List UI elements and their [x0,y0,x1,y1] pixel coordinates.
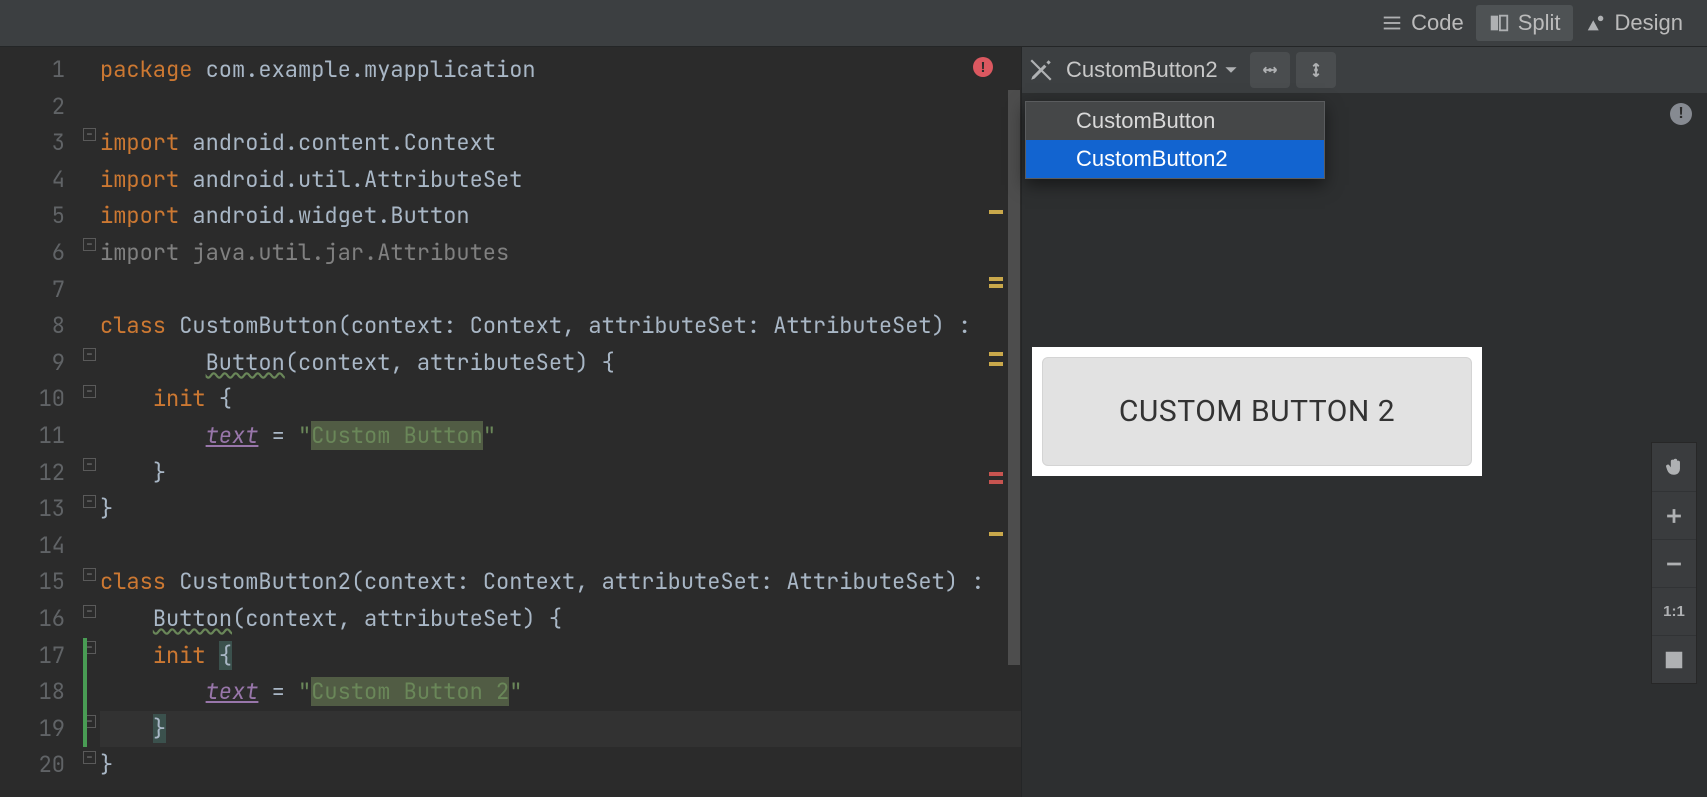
design-tab-label: Design [1615,10,1683,36]
plus-icon [1663,505,1685,527]
split-tab-label: Split [1518,10,1561,36]
preview-component-dropdown[interactable]: CustomButton2 [1060,53,1244,87]
zoom-out-button[interactable] [1652,539,1696,587]
minus-icon [1663,553,1685,575]
editor-scrollbar-thumb[interactable] [1008,90,1020,665]
zoom-actual-button[interactable]: 1:1 [1652,587,1696,635]
fold-icon[interactable]: − [83,458,96,471]
editor-scrollbar[interactable] [1007,47,1021,797]
edit-disabled-icon [1028,57,1054,83]
preview-dropdown-item[interactable]: CustomButton2 [1026,140,1324,178]
orientation-horizontal-button[interactable] [1250,52,1290,88]
fold-icon[interactable]: − [83,128,96,141]
fold-icon[interactable]: − [83,385,96,398]
layout-preview-pane: CustomButton2 ! CustomButton CustomButto… [1021,47,1707,797]
fold-icon[interactable]: − [83,348,96,361]
preview-canvas[interactable]: CUSTOM BUTTON 2 [1032,347,1482,476]
design-icon [1585,12,1607,34]
preview-zoom-tools: 1:1 [1651,442,1697,684]
preview-dropdown-label: CustomButton2 [1066,57,1218,83]
code-tab[interactable]: Code [1369,5,1476,41]
code-content[interactable]: package com.example.myapplication import… [100,47,1021,797]
zoom-fit-button[interactable] [1652,635,1696,683]
fit-screen-icon [1663,649,1685,671]
preview-dropdown-item[interactable]: CustomButton [1026,102,1324,140]
zoom-ratio-label: 1:1 [1663,603,1685,620]
code-editor[interactable]: 12345 678910 1112131415 1617181920 − − −… [0,47,1021,797]
split-icon [1488,12,1510,34]
code-icon [1381,12,1403,34]
zoom-in-button[interactable] [1652,491,1696,539]
split-tab[interactable]: Split [1476,5,1573,41]
editor-marker-strip[interactable] [989,52,1003,797]
orientation-vertical-button[interactable] [1296,52,1336,88]
design-tab[interactable]: Design [1573,5,1695,41]
fold-icon[interactable]: − [83,568,96,581]
pan-tool-button[interactable] [1652,443,1696,491]
rendered-button-preview: CUSTOM BUTTON 2 [1042,357,1472,466]
fold-icon[interactable]: − [83,238,96,251]
fold-icon[interactable]: − [83,605,96,618]
hand-icon [1663,456,1685,478]
preview-warning-indicator-icon[interactable]: ! [1670,103,1692,125]
preview-toolbar: CustomButton2 ! [1022,47,1707,93]
design-view-tabs: Code Split Design [0,0,1707,47]
preview-dropdown-popup: CustomButton CustomButton2 [1025,101,1325,179]
fold-icon[interactable]: − [83,495,96,508]
fold-icon[interactable]: − [83,751,96,764]
code-tab-label: Code [1411,10,1464,36]
chevron-down-icon [1224,63,1238,77]
